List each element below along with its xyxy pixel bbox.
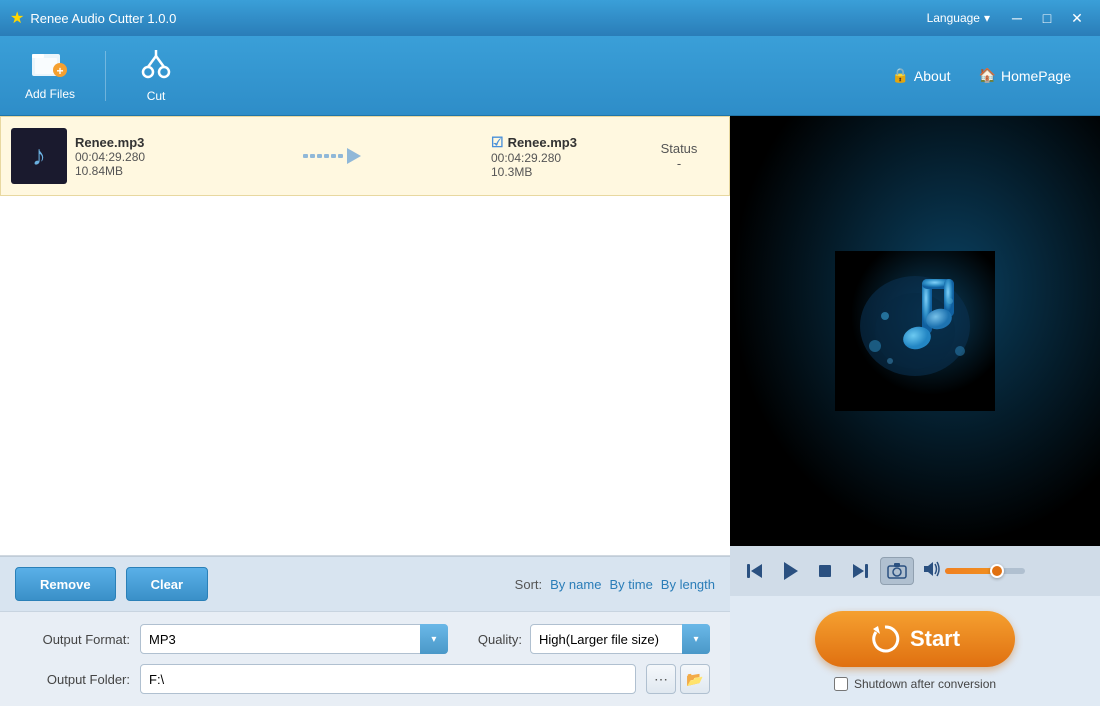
cut-icon <box>140 48 172 87</box>
titlebar: ★ Renee Audio Cutter 1.0.0 Language ▾ ─ … <box>0 0 1100 36</box>
status-value: - <box>639 156 719 171</box>
bottom-right-section: Start Shutdown after conversion <box>730 596 1100 706</box>
output-filename-row: ☑ Renee.mp3 <box>491 134 631 151</box>
output-checkbox: ☑ <box>491 134 504 151</box>
table-row[interactable]: ♪ Renee.mp3 00:04:29.280 10.84MB <box>0 116 730 196</box>
lock-icon: 🔒 <box>891 67 908 84</box>
svg-text:+: + <box>57 64 64 78</box>
toolbar: + Add Files Cut 🔒 About 🏠 HomePage <box>0 36 1100 116</box>
play-button[interactable] <box>775 556 805 586</box>
player-controls <box>730 546 1100 596</box>
stop-button[interactable] <box>810 556 840 586</box>
start-button[interactable]: Start <box>815 611 1015 667</box>
source-duration: 00:04:29.280 <box>75 150 175 164</box>
remove-button[interactable]: Remove <box>15 567 116 601</box>
screenshot-button[interactable] <box>880 557 914 585</box>
file-thumbnail: ♪ <box>11 128 67 184</box>
right-panel: Start Shutdown after conversion <box>730 116 1100 706</box>
sort-by-name-link[interactable]: By name <box>550 577 601 592</box>
file-status: Status - <box>639 141 719 171</box>
output-duration: 00:04:29.280 <box>491 151 631 165</box>
output-format-row: Output Format: MP3 AAC WAV FLAC OGG WMA … <box>20 624 710 654</box>
clear-button[interactable]: Clear <box>126 567 209 601</box>
shutdown-row: Shutdown after conversion <box>834 677 996 691</box>
minimize-button[interactable]: ─ <box>1004 8 1030 28</box>
shutdown-label: Shutdown after conversion <box>854 677 996 691</box>
volume-section <box>923 561 1025 582</box>
file-list: ♪ Renee.mp3 00:04:29.280 10.84MB <box>0 116 730 556</box>
folder-icon: 📂 <box>686 671 703 688</box>
start-label: Start <box>910 626 960 652</box>
output-format-label: Output Format: <box>20 632 130 647</box>
output-file-info: ☑ Renee.mp3 00:04:29.280 10.3MB <box>491 134 631 179</box>
add-files-label: Add Files <box>25 87 75 101</box>
sort-by-length-link[interactable]: By length <box>661 577 715 592</box>
about-button[interactable]: 🔒 About <box>877 61 964 90</box>
output-folder-label: Output Folder: <box>20 672 130 687</box>
add-files-icon: + <box>32 50 68 85</box>
source-filename: Renee.mp3 <box>75 135 175 150</box>
output-filename: Renee.mp3 <box>508 135 577 150</box>
cut-label: Cut <box>147 89 166 103</box>
shutdown-checkbox[interactable] <box>834 677 848 691</box>
quality-select-wrapper: High(Larger file size) Medium Low ▾ <box>530 624 710 654</box>
file-arrow <box>183 144 483 168</box>
browse-folder-button[interactable]: ⋯ <box>646 664 676 694</box>
quality-label: Quality: <box>478 632 522 647</box>
status-label: Status <box>639 141 719 156</box>
quality-section: Quality: High(Larger file size) Medium L… <box>478 624 710 654</box>
music-note-visual <box>835 251 995 411</box>
settings-bar: Output Format: MP3 AAC WAV FLAC OGG WMA … <box>0 611 730 706</box>
folder-buttons: ⋯ 📂 <box>646 664 710 694</box>
homepage-label: HomePage <box>1001 68 1071 84</box>
quality-select[interactable]: High(Larger file size) Medium Low <box>530 624 710 654</box>
open-folder-button[interactable]: 📂 <box>680 664 710 694</box>
sort-label: Sort: <box>515 577 542 592</box>
language-label: Language <box>927 11 980 25</box>
source-size: 10.84MB <box>75 164 175 178</box>
close-button[interactable]: ✕ <box>1064 8 1090 28</box>
volume-slider[interactable] <box>945 568 1025 574</box>
main-container: ♪ Renee.mp3 00:04:29.280 10.84MB <box>0 116 1100 706</box>
volume-icon[interactable] <box>923 561 941 582</box>
restore-button[interactable]: □ <box>1034 8 1060 28</box>
output-format-select[interactable]: MP3 AAC WAV FLAC OGG WMA <box>140 624 448 654</box>
output-size: 10.3MB <box>491 165 631 179</box>
sort-section: Sort: By name By time By length <box>515 577 715 592</box>
music-note-icon: ♪ <box>32 140 46 172</box>
output-folder-row: Output Folder: ⋯ 📂 <box>20 664 710 694</box>
language-dropdown-icon: ▾ <box>984 11 990 25</box>
homepage-button[interactable]: 🏠 HomePage <box>965 61 1085 90</box>
skip-back-button[interactable] <box>740 556 770 586</box>
left-panel: ♪ Renee.mp3 00:04:29.280 10.84MB <box>0 116 730 706</box>
source-file-info: Renee.mp3 00:04:29.280 10.84MB <box>75 135 175 178</box>
about-label: About <box>914 68 951 84</box>
bottom-bar: Remove Clear Sort: By name By time By le… <box>0 556 730 611</box>
output-format-select-wrapper: MP3 AAC WAV FLAC OGG WMA ▾ <box>140 624 448 654</box>
media-preview-area <box>730 116 1100 546</box>
toolbar-separator <box>105 51 106 101</box>
volume-thumb <box>990 564 1004 578</box>
home-icon: 🏠 <box>979 67 996 84</box>
cut-button[interactable]: Cut <box>126 43 186 108</box>
skip-forward-button[interactable] <box>845 556 875 586</box>
output-folder-input[interactable] <box>140 664 636 694</box>
app-logo: ★ <box>10 8 24 28</box>
toolbar-right: 🔒 About 🏠 HomePage <box>877 61 1085 90</box>
titlebar-controls: Language ▾ ─ □ ✕ <box>927 8 1090 28</box>
app-title: Renee Audio Cutter 1.0.0 <box>30 11 926 26</box>
language-selector[interactable]: Language ▾ <box>927 11 990 25</box>
sort-by-time-link[interactable]: By time <box>609 577 652 592</box>
music-visual <box>730 116 1100 546</box>
add-files-button[interactable]: + Add Files <box>15 45 85 106</box>
